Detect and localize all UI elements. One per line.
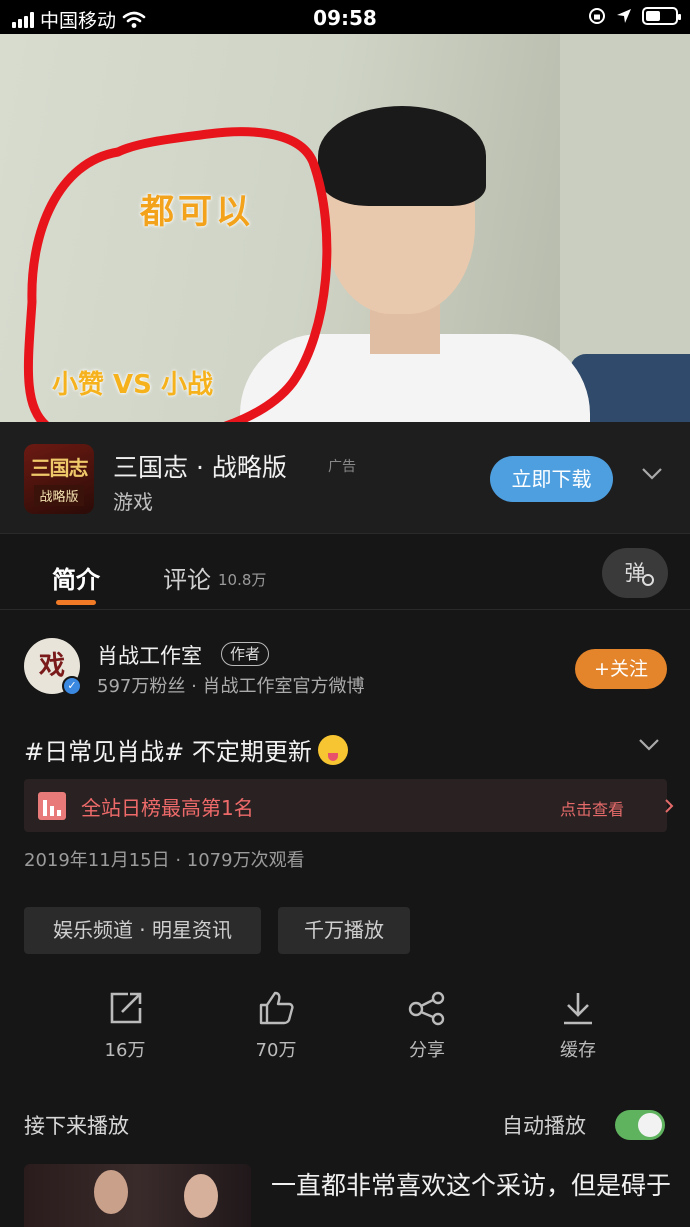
danmaku-toggle-button[interactable]: 弹 — [602, 548, 668, 598]
repost-button[interactable]: 16万 — [75, 990, 175, 1062]
comments-count: 10.8万 — [218, 571, 267, 589]
danmaku-off-icon — [642, 574, 654, 586]
video-overlay-main: 都可以 — [140, 192, 254, 232]
tongue-emoji-icon — [317, 735, 348, 765]
verified-icon: ✓ — [62, 676, 82, 696]
tab-bar: 简介 评论 10.8万 弹 — [0, 534, 690, 610]
chevron-right-icon — [665, 799, 674, 813]
chip-play-count[interactable]: 千万播放 — [278, 907, 410, 954]
rank-chart-icon — [38, 792, 66, 820]
chip-channel[interactable]: 娱乐频道 · 明星资讯 — [24, 907, 261, 954]
ad-title: 三国志 · 战略版 — [113, 453, 287, 482]
like-button[interactable]: 70万 — [226, 990, 326, 1062]
thumbs-up-icon — [259, 991, 294, 1025]
autoplay-toggle[interactable] — [615, 1110, 665, 1140]
ad-subtitle: 游戏 — [113, 490, 153, 514]
autoplay-label: 自动播放 — [502, 1114, 586, 1138]
download-button[interactable]: 立即下载 — [490, 456, 613, 502]
up-next-title: 接下来播放 — [24, 1114, 129, 1138]
next-video-title[interactable]: 一直都非常喜欢这个采访，但是碍于 — [271, 1168, 671, 1204]
video-player[interactable]: 都可以 小赞 VS 小战 — [0, 34, 690, 422]
video-overlay-sub: 小赞 VS 小战 — [52, 370, 213, 400]
game-logo: 三国志 战略版 — [24, 444, 94, 514]
download-icon — [564, 993, 592, 1025]
tab-intro[interactable]: 简介 — [52, 560, 100, 595]
video-description: #日常见肖战# 不定期更新 — [24, 732, 348, 767]
rank-banner[interactable]: 全站日榜最高第1名 点击查看 — [24, 779, 674, 832]
rank-view-link[interactable]: 点击查看 — [560, 796, 624, 820]
share-out-icon — [110, 992, 142, 1024]
publish-date-views: 2019年11月15日 · 1079万次观看 — [24, 850, 305, 871]
location-icon — [617, 9, 631, 23]
rank-text: 全站日榜最高第1名 — [81, 796, 254, 820]
ad-tag: 广告 — [328, 459, 356, 475]
status-right — [588, 7, 681, 25]
tab-active-indicator — [56, 600, 96, 605]
download-cache-button[interactable]: 缓存 — [528, 990, 628, 1062]
status-bar: 中国移动 09:58 — [0, 0, 690, 34]
next-video-thumbnail[interactable] — [24, 1164, 251, 1227]
author-badge: 作者 — [221, 642, 270, 666]
battery-icon — [642, 7, 681, 25]
clock: 09:58 — [313, 6, 377, 30]
ad-banner[interactable]: 三国志 战略版 三国志 · 战略版 广告 游戏 立即下载 — [0, 422, 690, 534]
share-nodes-icon — [408, 991, 445, 1026]
expand-chevron-icon[interactable] — [638, 738, 660, 752]
action-bar: 16万 70万 分享 缓存 — [0, 990, 690, 1070]
tab-comments[interactable]: 评论 — [163, 560, 211, 595]
author-name[interactable]: 肖战工作室 — [97, 640, 202, 670]
rotation-lock-icon — [589, 8, 605, 24]
share-button[interactable]: 分享 — [377, 990, 477, 1062]
chevron-down-icon[interactable] — [640, 466, 664, 482]
follow-button[interactable]: +关注 — [575, 649, 667, 689]
author-meta: 597万粉丝 · 肖战工作室官方微博 — [97, 676, 365, 697]
avatar[interactable]: 戏 ✓ — [24, 638, 82, 696]
